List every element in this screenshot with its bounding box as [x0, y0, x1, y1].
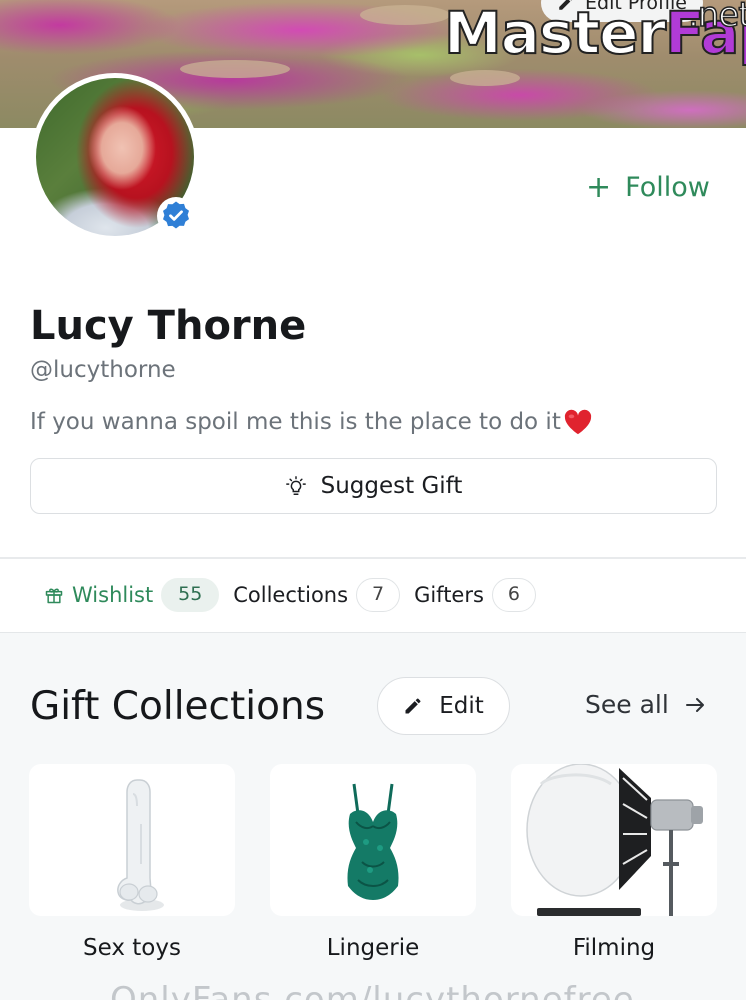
verified-badge-icon: [157, 197, 195, 235]
tab-label: Gifters: [414, 583, 484, 607]
pencil-icon: [405, 698, 421, 714]
lightbulb-icon: [285, 476, 306, 495]
plus-icon: +: [586, 169, 612, 205]
suggest-gift-button[interactable]: Suggest Gift: [30, 458, 717, 514]
count-badge: 55: [161, 578, 220, 612]
collection-thumbnail: [526, 764, 703, 916]
tab-gifters[interactable]: Gifters 6: [414, 578, 536, 612]
tab-wishlist[interactable]: Wishlist 55: [44, 578, 220, 612]
tab-label: Wishlist: [72, 583, 154, 607]
see-all-link[interactable]: See all: [585, 690, 707, 719]
profile-tabs: Wishlist 55 Collections 7 Gifters 6: [44, 578, 550, 612]
tab-collections[interactable]: Collections 7: [233, 578, 401, 612]
tab-label: Collections: [233, 583, 349, 607]
follow-button[interactable]: + Follow: [586, 172, 710, 203]
follow-label: Follow: [625, 172, 710, 203]
suggest-gift-label: Suggest Gift: [320, 473, 463, 499]
profile-bio: If you wanna spoil me this is the place …: [30, 408, 593, 436]
divider: [0, 557, 746, 559]
heart-icon: [564, 409, 591, 435]
count-badge: 7: [356, 578, 401, 612]
collection-label: Lingerie: [326, 935, 420, 961]
collection-thumbnail: [117, 779, 164, 911]
edit-label: Edit: [439, 693, 484, 719]
see-all-label: See all: [585, 690, 669, 719]
arrow-right-icon: [685, 697, 704, 712]
watermark-logo: MasterFap .net: [443, 0, 746, 67]
count-badge: 6: [491, 578, 536, 612]
gift-icon: [45, 588, 63, 604]
edit-collections-button[interactable]: Edit: [377, 677, 510, 735]
watermark-url: OnlyFans.com/lucythornefree: [110, 980, 635, 1000]
profile-name: Lucy Thorne: [30, 303, 307, 349]
collection-label: Sex toys: [83, 935, 181, 961]
section-title: Gift Collections: [30, 684, 326, 729]
profile-handle: @lucythorne: [30, 357, 176, 383]
collection-label: Filming: [572, 935, 656, 961]
collection-card-lingerie[interactable]: [270, 764, 476, 916]
collection-thumbnail: [347, 783, 399, 900]
collection-card-sex-toys[interactable]: [29, 764, 235, 916]
bio-text: If you wanna spoil me this is the place …: [30, 409, 561, 435]
collection-card-filming[interactable]: [511, 764, 717, 916]
